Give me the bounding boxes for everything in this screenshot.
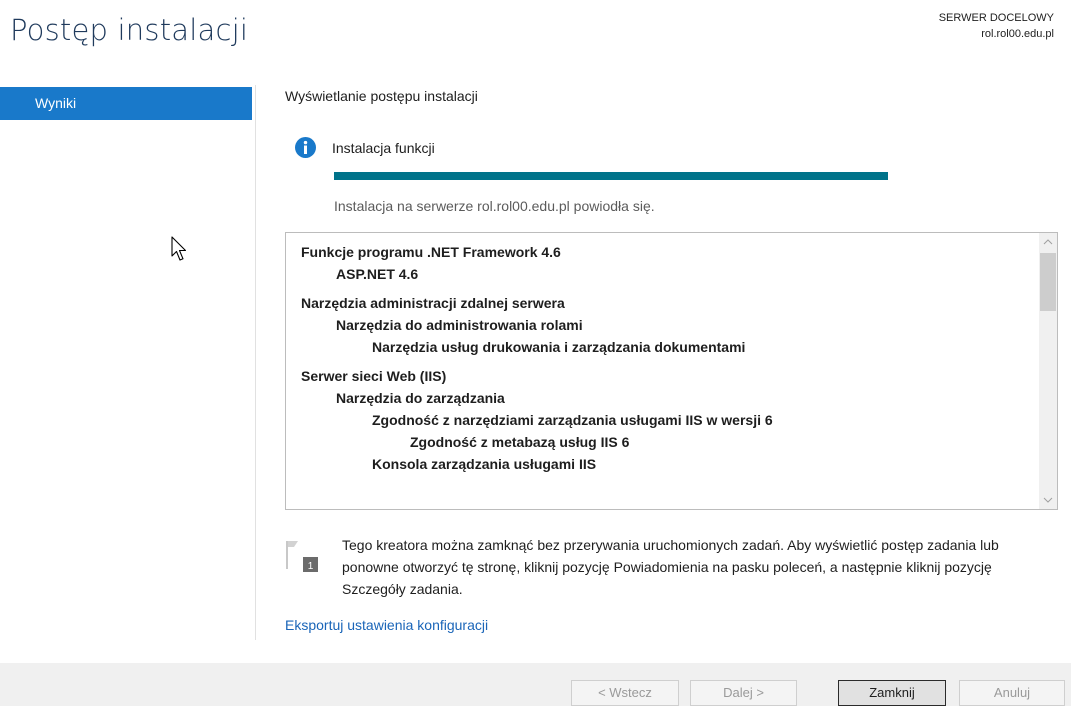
result-item: Narzędzia do zarządzania [336, 390, 505, 406]
cancel-button[interactable]: Anuluj [959, 680, 1065, 706]
mouse-pointer-icon [171, 236, 187, 266]
page-title: Postęp instalacji [10, 13, 249, 47]
result-item: Serwer sieci Web (IIS) [301, 368, 447, 384]
close-button[interactable]: Zamknij [838, 680, 946, 706]
results-list: Funkcje programu .NET Framework 4.6 ASP.N… [301, 241, 1033, 475]
scroll-up-icon[interactable] [1039, 233, 1057, 251]
back-button[interactable]: < Wstecz [571, 680, 679, 706]
results-list-box[interactable]: Funkcje programu .NET Framework 4.6 ASP.N… [285, 232, 1058, 510]
vertical-scrollbar[interactable] [1039, 233, 1057, 509]
result-item: Funkcje programu .NET Framework 4.6 [301, 244, 561, 260]
sidebar-divider [255, 85, 256, 640]
note-text: Tego kreatora można zamknąć bez przerywa… [342, 537, 999, 597]
section-label: Wyświetlanie postępu instalacji [285, 88, 478, 104]
notification-note: 1 Tego kreatora można zamknąć bez przery… [285, 534, 1055, 600]
wizard-footer: < Wstecz Dalej > Zamknij Anuluj [0, 663, 1071, 706]
result-item: ASP.NET 4.6 [336, 266, 419, 282]
info-row: Instalacja funkcji [295, 137, 435, 158]
target-server-label: SERWER DOCELOWY [938, 12, 1054, 24]
result-item: Konsola zarządzania usługami IIS [372, 456, 597, 472]
export-config-link[interactable]: Eksportuj ustawienia konfiguracji [285, 617, 488, 633]
scroll-down-icon[interactable] [1039, 491, 1057, 509]
target-server-name: rol.rol00.edu.pl [981, 28, 1054, 40]
info-icon [295, 137, 316, 158]
result-item: Zgodność z narzędziami zarządzania usług… [372, 412, 773, 428]
sidebar-item-results[interactable]: Wyniki [0, 87, 252, 120]
target-server-info: SERWER DOCELOWY rol.rol00.edu.pl [939, 10, 1054, 42]
scroll-thumb[interactable] [1040, 253, 1056, 311]
result-item: Zgodność z metabazą usług IIS 6 [410, 434, 630, 450]
installation-progress-bar [334, 172, 888, 180]
next-button[interactable]: Dalej > [690, 680, 797, 706]
wizard-sidebar: Wyniki [0, 87, 252, 120]
info-title: Instalacja funkcji [332, 139, 435, 156]
notification-badge: 1 [308, 561, 314, 572]
result-item: Narzędzia administracji zdalnej serwera [301, 295, 565, 311]
installation-status: Instalacja na serwerze rol.rol00.edu.pl … [334, 198, 655, 214]
result-item: Narzędzia usług drukowania i zarządzania… [372, 339, 746, 355]
result-item: Narzędzia do administrowania rolami [336, 317, 583, 333]
notification-flag-icon: 1 [285, 538, 325, 578]
progress-fill [334, 172, 888, 180]
